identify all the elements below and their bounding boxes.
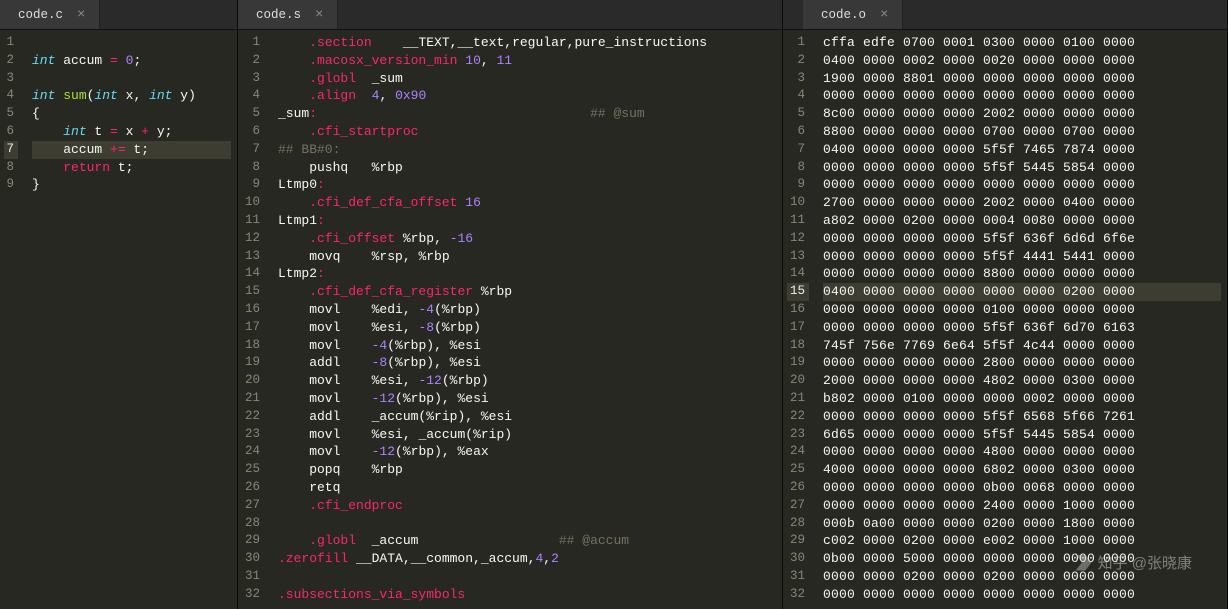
tab-bar-c: code.c × — [0, 0, 237, 30]
line-gutter: 123456789 — [0, 30, 26, 609]
code-area[interactable]: .section __TEXT,__text,regular,pure_inst… — [272, 30, 782, 609]
tab-code-c[interactable]: code.c × — [0, 0, 100, 29]
editor-pane-c: code.c × 123456789 int accum = 0;int sum… — [0, 0, 238, 609]
tab-bar-o: code.o × — [783, 0, 1227, 30]
editor-s[interactable]: 1234567891011121314151617181920212223242… — [238, 30, 782, 609]
editor-o[interactable]: 1234567891011121314151617181920212223242… — [783, 30, 1227, 609]
close-icon[interactable]: × — [77, 7, 85, 23]
code-area[interactable]: cffa edfe 0700 0001 0300 0000 0100 00000… — [817, 30, 1227, 609]
close-icon[interactable]: × — [880, 7, 888, 23]
tab-label: code.o — [821, 8, 866, 22]
line-gutter: 1234567891011121314151617181920212223242… — [238, 30, 272, 609]
editor-pane-s: code.s × 1234567891011121314151617181920… — [238, 0, 783, 609]
close-icon[interactable]: × — [315, 7, 323, 23]
tab-code-o[interactable]: code.o × — [803, 0, 903, 29]
editor-pane-o: code.o × 1234567891011121314151617181920… — [783, 0, 1228, 609]
tab-bar-s: code.s × — [238, 0, 782, 30]
code-area[interactable]: int accum = 0;int sum(int x, int y){ int… — [26, 30, 237, 609]
tab-code-s[interactable]: code.s × — [238, 0, 338, 29]
editor-c[interactable]: 123456789 int accum = 0;int sum(int x, i… — [0, 30, 237, 609]
line-gutter: 1234567891011121314151617181920212223242… — [783, 30, 817, 609]
tab-label: code.c — [18, 8, 63, 22]
tab-label: code.s — [256, 8, 301, 22]
